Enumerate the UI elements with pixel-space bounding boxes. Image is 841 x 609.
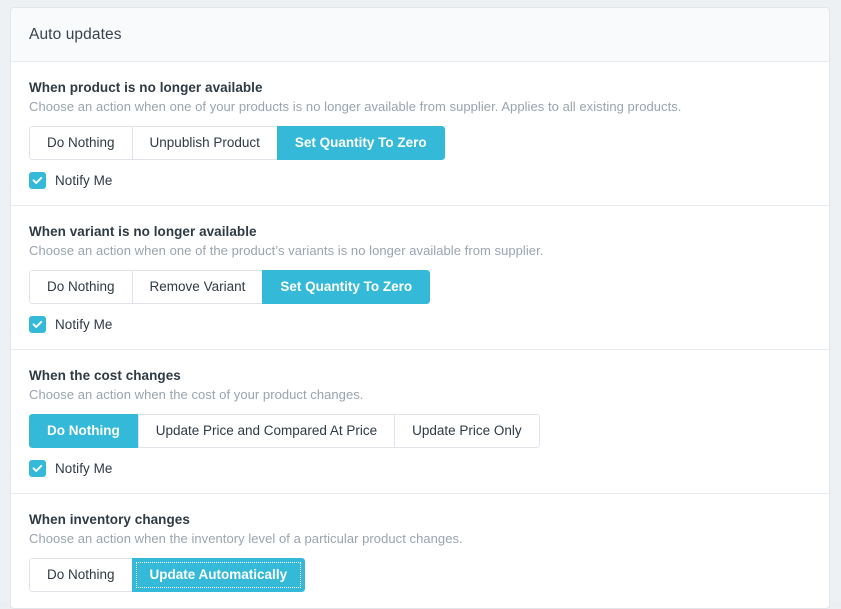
option-button-group: Do Nothing Update Price and Compared At P…	[29, 414, 540, 448]
notify-checkbox[interactable]	[29, 316, 46, 333]
option-button-group: Do Nothing Update Automatically	[29, 558, 306, 592]
notify-label: Notify Me	[55, 173, 113, 188]
notify-checkbox[interactable]	[29, 460, 46, 477]
option-button[interactable]: Update Price Only	[394, 414, 540, 448]
section-description: Choose an action when the cost of your p…	[29, 387, 364, 402]
settings-section: When variant is no longer available Choos…	[11, 206, 829, 350]
section-title: When inventory changes	[29, 512, 190, 527]
settings-section: When product is no longer available Choos…	[11, 62, 829, 206]
page-title: Auto updates	[29, 25, 122, 43]
page-background: Auto updates When product is no longer a…	[0, 0, 841, 609]
notify-checkbox[interactable]	[29, 172, 46, 189]
option-button-group: Do Nothing Unpublish Product Set Quantity …	[29, 126, 445, 160]
checkmark-icon	[32, 175, 43, 186]
checkmark-icon	[32, 319, 43, 330]
settings-section: When inventory changes Choose an action w…	[11, 494, 829, 608]
option-button[interactable]: Update Automatically	[131, 558, 306, 592]
focus-ring	[135, 562, 302, 588]
card-header: Auto updates	[11, 8, 829, 62]
section-title: When product is no longer available	[29, 80, 263, 95]
section-description: Choose an action when one of the product…	[29, 243, 544, 258]
option-button[interactable]: Do Nothing	[29, 270, 132, 304]
section-description: Choose an action when the inventory leve…	[29, 531, 463, 546]
checkmark-icon	[32, 463, 43, 474]
option-button[interactable]: Update Price and Compared At Price	[137, 414, 395, 448]
option-button-group: Do Nothing Remove Variant Set Quantity To …	[29, 270, 431, 304]
option-button[interactable]: Remove Variant	[131, 270, 263, 304]
notify-row[interactable]: Notify Me	[29, 316, 811, 333]
option-button[interactable]: Set Quantity To Zero	[276, 126, 445, 160]
auto-updates-card: Auto updates When product is no longer a…	[10, 7, 830, 609]
notify-label: Notify Me	[55, 461, 113, 476]
settings-section: When the cost changes Choose an action wh…	[11, 350, 829, 494]
option-button[interactable]: Do Nothing	[29, 558, 132, 592]
option-button[interactable]: Unpublish Product	[131, 126, 277, 160]
sections-container: When product is no longer available Choos…	[11, 62, 829, 608]
option-button[interactable]: Do Nothing	[29, 126, 132, 160]
notify-row[interactable]: Notify Me	[29, 460, 811, 477]
section-title: When variant is no longer available	[29, 224, 257, 239]
option-button[interactable]: Set Quantity To Zero	[262, 270, 431, 304]
option-button[interactable]: Do Nothing	[29, 414, 138, 448]
notify-row[interactable]: Notify Me	[29, 172, 811, 189]
section-description: Choose an action when one of your produc…	[29, 99, 682, 114]
notify-label: Notify Me	[55, 317, 113, 332]
section-title: When the cost changes	[29, 368, 181, 383]
